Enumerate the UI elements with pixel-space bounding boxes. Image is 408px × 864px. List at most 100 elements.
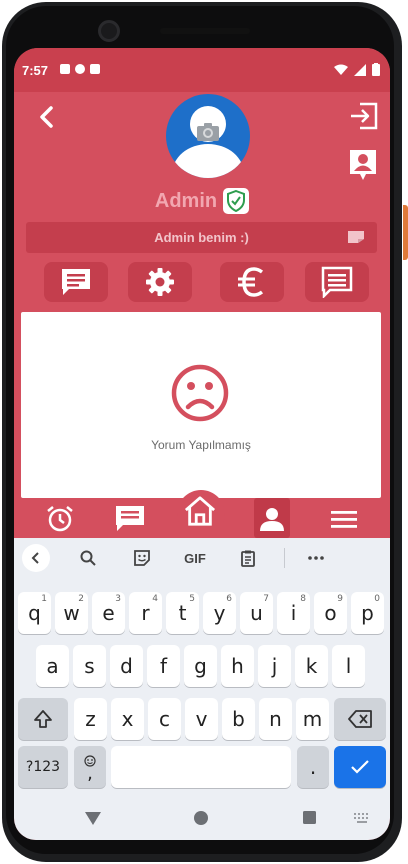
currency-button[interactable]	[220, 262, 284, 302]
chevron-left-icon	[31, 552, 39, 564]
comma-label: ,	[87, 763, 93, 784]
keyboard-more-button[interactable]	[304, 546, 328, 570]
earpiece-speaker	[160, 28, 250, 34]
key-label: d	[120, 654, 133, 678]
key-p[interactable]: p0	[351, 592, 384, 634]
keyboard-clipboard-button[interactable]	[236, 546, 260, 570]
more-icon	[308, 556, 324, 560]
key-j[interactable]: j	[258, 645, 291, 687]
clipboard-icon	[241, 550, 255, 567]
key-d[interactable]: d	[110, 645, 143, 687]
camera-icon	[197, 123, 219, 141]
key-a[interactable]: a	[36, 645, 69, 687]
key-label: z	[85, 707, 96, 731]
messages-button[interactable]	[44, 262, 108, 302]
message-icon	[62, 269, 90, 295]
logout-button[interactable]	[348, 100, 380, 132]
exit-icon	[351, 102, 378, 130]
power-button	[403, 205, 408, 260]
key-label: j	[271, 654, 278, 678]
avatar[interactable]	[166, 94, 250, 178]
key-hint: 8	[300, 594, 306, 604]
keyboard-collapse-button[interactable]	[22, 544, 50, 572]
toolbar-divider	[284, 548, 285, 568]
key-c[interactable]: c	[148, 698, 181, 740]
person-icon	[260, 508, 284, 531]
nav-back-icon[interactable]	[84, 810, 102, 826]
nav-alarm[interactable]	[44, 504, 76, 534]
key-w[interactable]: w2	[55, 592, 88, 634]
username: Admin	[154, 189, 218, 212]
verified-badge	[223, 188, 250, 214]
backspace-key[interactable]	[334, 698, 386, 740]
keyboard-switch-icon[interactable]	[354, 813, 370, 823]
key-v[interactable]: v	[185, 698, 218, 740]
sad-face-icon	[171, 364, 229, 422]
front-camera	[98, 20, 120, 42]
profile-header: Admin Admin benim :) Yorum Yapılmamış	[14, 92, 390, 502]
key-hint: 5	[189, 594, 195, 604]
key-y[interactable]: y6	[203, 592, 236, 634]
key-label: w	[63, 601, 80, 625]
system-nav-bar	[14, 796, 390, 840]
note-icon[interactable]	[347, 230, 365, 244]
nav-recents-icon[interactable]	[302, 810, 317, 825]
key-q[interactable]: q1	[18, 592, 51, 634]
key-z[interactable]: z	[74, 698, 107, 740]
gear-icon	[146, 268, 174, 296]
key-hint: 3	[115, 594, 121, 604]
key-i[interactable]: i8	[277, 592, 310, 634]
keyboard: GIF q1w2e3r4t5y6u7i8o9p0asdfghjklzxcvbnm	[14, 538, 390, 796]
nav-messages[interactable]	[114, 504, 146, 534]
space-key[interactable]	[111, 746, 291, 788]
symbols-key[interactable]: ?123	[18, 746, 68, 788]
key-e[interactable]: e3	[92, 592, 125, 634]
username-row: Admin	[14, 188, 390, 214]
wifi-icon	[334, 64, 348, 75]
key-h[interactable]: h	[221, 645, 254, 687]
back-button[interactable]	[32, 102, 62, 132]
comma-key[interactable]: ,	[74, 746, 106, 788]
key-b[interactable]: b	[222, 698, 255, 740]
key-label: u	[250, 601, 263, 625]
key-o[interactable]: o9	[314, 592, 347, 634]
alarm-icon	[47, 506, 73, 532]
key-label: e	[102, 601, 115, 625]
menu-icon	[331, 511, 357, 528]
key-label: c	[159, 707, 170, 731]
settings-button[interactable]	[128, 262, 192, 302]
key-u[interactable]: u7	[240, 592, 273, 634]
key-r[interactable]: r4	[129, 592, 162, 634]
key-k[interactable]: k	[295, 645, 328, 687]
key-hint: 7	[263, 594, 269, 604]
notification-icons	[60, 64, 100, 74]
key-m[interactable]: m	[296, 698, 329, 740]
key-label: t	[178, 601, 187, 625]
keyboard-gif-button[interactable]: GIF	[178, 546, 212, 570]
comments-button[interactable]	[305, 262, 369, 302]
key-s[interactable]: s	[73, 645, 106, 687]
keyboard-sticker-button[interactable]	[130, 546, 154, 570]
key-x[interactable]: x	[111, 698, 144, 740]
key-hint: 0	[374, 594, 380, 604]
nav-menu[interactable]	[328, 504, 360, 534]
check-icon	[351, 760, 369, 774]
contact-card-button[interactable]	[348, 148, 378, 182]
shift-key[interactable]	[18, 698, 68, 740]
key-l[interactable]: l	[332, 645, 365, 687]
status-bar: 7:57	[14, 48, 390, 92]
key-n[interactable]: n	[259, 698, 292, 740]
key-t[interactable]: t5	[166, 592, 199, 634]
nav-home[interactable]	[184, 494, 216, 528]
period-key[interactable]: .	[297, 746, 329, 788]
enter-key[interactable]	[334, 746, 386, 788]
nav-profile[interactable]	[256, 504, 288, 534]
notification-icon	[60, 64, 70, 74]
nav-home-icon[interactable]	[193, 810, 209, 826]
key-g[interactable]: g	[184, 645, 217, 687]
key-f[interactable]: f	[147, 645, 180, 687]
message-icon	[116, 506, 144, 531]
keyboard-search-button[interactable]	[76, 546, 100, 570]
bio-text: Admin benim :)	[154, 230, 249, 245]
bio-field[interactable]: Admin benim :)	[26, 222, 377, 253]
